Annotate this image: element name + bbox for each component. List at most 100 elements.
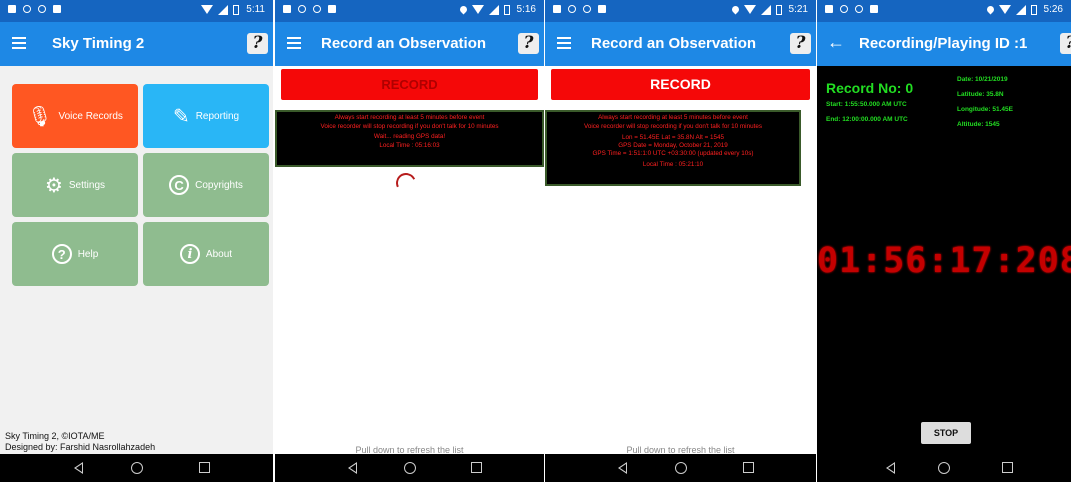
reporting-tile[interactable]: ✎ Reporting bbox=[143, 84, 269, 148]
home-nav-icon[interactable] bbox=[403, 462, 416, 474]
notification-icon bbox=[825, 5, 833, 13]
status-time: 5:21 bbox=[788, 4, 808, 15]
status-bar: 5:21 bbox=[545, 0, 816, 22]
nav-bar bbox=[817, 454, 1071, 482]
home-nav-icon[interactable] bbox=[674, 462, 687, 474]
location-icon bbox=[730, 4, 740, 15]
question-icon: ? bbox=[51, 244, 72, 264]
signal-icon bbox=[760, 4, 771, 15]
help-question-icon[interactable]: ? bbox=[790, 33, 811, 54]
back-nav-icon[interactable] bbox=[73, 462, 83, 474]
record-button[interactable]: RECORD bbox=[551, 69, 810, 100]
altitude-value: Altitude: 1545 bbox=[957, 121, 1000, 128]
app-toolbar: Record an Observation ? bbox=[545, 22, 816, 66]
stop-button[interactable]: STOP bbox=[921, 422, 971, 444]
signal-icon bbox=[218, 4, 229, 15]
nav-bar bbox=[275, 454, 544, 482]
playback-screen: 5:26 ← Recording/Playing ID :1 ? Record … bbox=[817, 0, 1071, 482]
recents-nav-icon[interactable] bbox=[1002, 462, 1014, 473]
hamburger-menu-icon[interactable] bbox=[557, 37, 571, 49]
record-screen-ready: 5:21 Record an Observation ? RECORD Alwa… bbox=[545, 0, 816, 482]
end-time: End: 12:00:00.000 AM UTC bbox=[826, 116, 908, 123]
record-button[interactable]: RECORD bbox=[281, 69, 538, 100]
battery-icon bbox=[775, 4, 782, 15]
home-screen: 5:11 Sky Timing 2 ? 🎙 Voice Records ✎ Re… bbox=[0, 0, 273, 482]
battery-icon bbox=[1030, 4, 1037, 15]
recents-nav-icon[interactable] bbox=[742, 462, 754, 473]
record-date: Date: 10/21/2019 bbox=[957, 76, 1008, 83]
info-line: Wait... reading GPS data! bbox=[373, 132, 446, 140]
help-question-icon[interactable]: ? bbox=[1060, 33, 1071, 54]
status-bar: 5:26 bbox=[817, 0, 1071, 22]
hamburger-menu-icon[interactable] bbox=[12, 37, 26, 49]
back-arrow-icon[interactable]: ← bbox=[827, 32, 845, 53]
app-toolbar: Record an Observation ? bbox=[275, 22, 544, 66]
page-title: Recording/Playing ID :1 bbox=[859, 35, 1028, 52]
loading-spinner-icon bbox=[393, 170, 419, 196]
status-bar: 5:16 bbox=[275, 0, 544, 22]
latitude-value: Latitude: 35.8N bbox=[957, 91, 1004, 98]
info-line: Local Time : 05:21:10 bbox=[642, 160, 704, 168]
status-bar: 5:11 bbox=[0, 0, 273, 22]
tile-label: Help bbox=[77, 248, 99, 260]
back-nav-icon[interactable] bbox=[885, 462, 895, 474]
notification-icon bbox=[8, 5, 16, 13]
info-panel: Always start recording at least 5 minute… bbox=[545, 110, 801, 186]
longitude-value: Longitude: 51.45E bbox=[957, 106, 1013, 113]
notification-icon bbox=[553, 5, 561, 13]
help-question-icon[interactable]: ? bbox=[247, 33, 268, 54]
signal-icon bbox=[488, 4, 499, 15]
notification-icon bbox=[855, 5, 863, 13]
report-edit-icon: ✎ bbox=[172, 105, 190, 128]
notification-icon bbox=[298, 5, 306, 13]
status-time: 5:16 bbox=[516, 4, 536, 15]
battery-icon bbox=[233, 4, 240, 15]
info-panel: Always start recording at least 5 minute… bbox=[275, 110, 544, 167]
help-tile[interactable]: ? Help bbox=[12, 222, 138, 286]
battery-icon bbox=[503, 4, 510, 15]
microphone-icon: 🎙 bbox=[27, 105, 53, 128]
home-nav-icon[interactable] bbox=[938, 462, 950, 474]
hamburger-menu-icon[interactable] bbox=[287, 37, 301, 49]
notification-icon bbox=[283, 5, 291, 13]
copyright-text: Sky Timing 2, ©IOTA/ME bbox=[5, 431, 105, 441]
info-line: Voice recorder will stop recording if yo… bbox=[320, 123, 499, 131]
back-nav-icon[interactable] bbox=[618, 462, 628, 474]
tile-label: About bbox=[205, 248, 233, 260]
page-title: Sky Timing 2 bbox=[52, 35, 145, 52]
voice-records-tile[interactable]: 🎙 Voice Records bbox=[12, 84, 138, 148]
tile-label: Voice Records bbox=[58, 110, 123, 122]
status-time: 5:11 bbox=[246, 4, 265, 15]
app-toolbar: Sky Timing 2 ? bbox=[0, 22, 273, 66]
settings-tile[interactable]: ⚙ Settings bbox=[12, 153, 138, 217]
wifi-icon bbox=[471, 5, 484, 14]
record-screen-loading: 5:16 Record an Observation ? RECORD Alwa… bbox=[275, 0, 544, 482]
recents-nav-icon[interactable] bbox=[471, 462, 483, 473]
notification-icon bbox=[840, 5, 848, 13]
wifi-icon bbox=[743, 5, 756, 14]
about-tile[interactable]: i About bbox=[143, 222, 269, 286]
home-nav-icon[interactable] bbox=[130, 462, 143, 474]
recents-nav-icon[interactable] bbox=[199, 462, 211, 473]
notification-icon bbox=[38, 5, 46, 13]
tile-label: Copyrights bbox=[195, 179, 243, 191]
page-title: Record an Observation bbox=[591, 35, 757, 52]
info-line: Lon = 51.45E Lat = 35.8N Alt = 1545 bbox=[621, 133, 725, 141]
help-question-icon[interactable]: ? bbox=[518, 33, 539, 54]
info-icon: i bbox=[179, 244, 200, 264]
copyrights-tile[interactable]: C Copyrights bbox=[143, 153, 269, 217]
notification-icon bbox=[568, 5, 576, 13]
wifi-icon bbox=[201, 5, 214, 14]
designer-text: Designed by: Farshid Nasrollahzadeh bbox=[5, 442, 156, 452]
notification-icon bbox=[313, 5, 321, 13]
sd-card-icon bbox=[328, 5, 336, 13]
info-line: GPS Date = Monday, October 21, 2019 bbox=[618, 141, 728, 149]
sd-card-icon bbox=[598, 5, 606, 13]
tile-label: Settings bbox=[68, 179, 106, 191]
info-line: Always start recording at least 5 minute… bbox=[598, 114, 748, 121]
nav-bar bbox=[545, 454, 816, 482]
page-title: Record an Observation bbox=[321, 35, 487, 52]
info-line: Always start recording at least 5 minute… bbox=[334, 114, 485, 121]
back-nav-icon[interactable] bbox=[347, 462, 357, 474]
info-line: Voice recorder will stop recording if yo… bbox=[584, 123, 762, 131]
